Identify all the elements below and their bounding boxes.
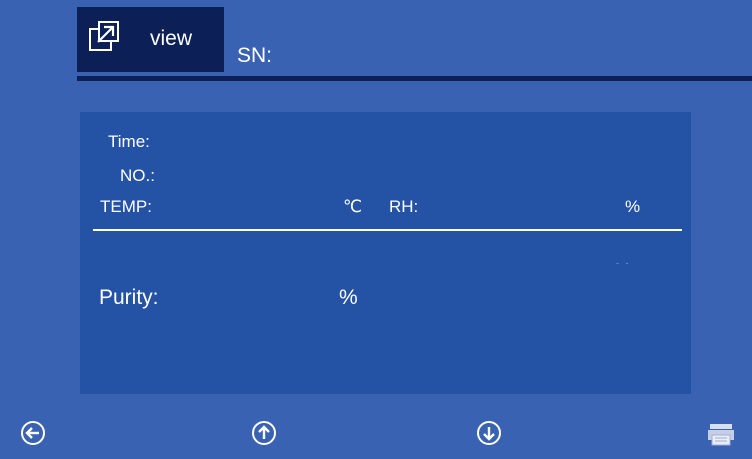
sn-label: SN: — [237, 44, 273, 67]
temp-unit: ℃ — [343, 197, 363, 216]
down-button[interactable] — [476, 420, 502, 446]
rh-unit: % — [625, 197, 641, 216]
print-button[interactable] — [707, 422, 735, 446]
no-label: NO.: — [120, 166, 155, 185]
data-panel: Time: NO.: TEMP: ℃ RH: % - - Purity: % — [80, 112, 691, 394]
view-tab[interactable]: view — [77, 7, 224, 72]
printer-icon — [707, 424, 735, 450]
view-tab-label: view — [150, 27, 193, 50]
header-divider — [77, 76, 752, 81]
purity-unit: % — [339, 286, 358, 309]
purity-label: Purity: — [99, 286, 159, 309]
up-arrow-icon — [251, 420, 277, 446]
back-arrow-icon — [20, 420, 46, 446]
dots: - - — [616, 258, 631, 268]
temp-label: TEMP: — [100, 197, 152, 216]
up-button[interactable] — [251, 420, 277, 446]
external-window-icon — [88, 20, 120, 52]
time-label: Time: — [108, 132, 150, 151]
down-arrow-icon — [476, 420, 502, 446]
panel-divider — [93, 229, 682, 231]
rh-label: RH: — [389, 197, 419, 216]
back-button[interactable] — [20, 420, 46, 446]
